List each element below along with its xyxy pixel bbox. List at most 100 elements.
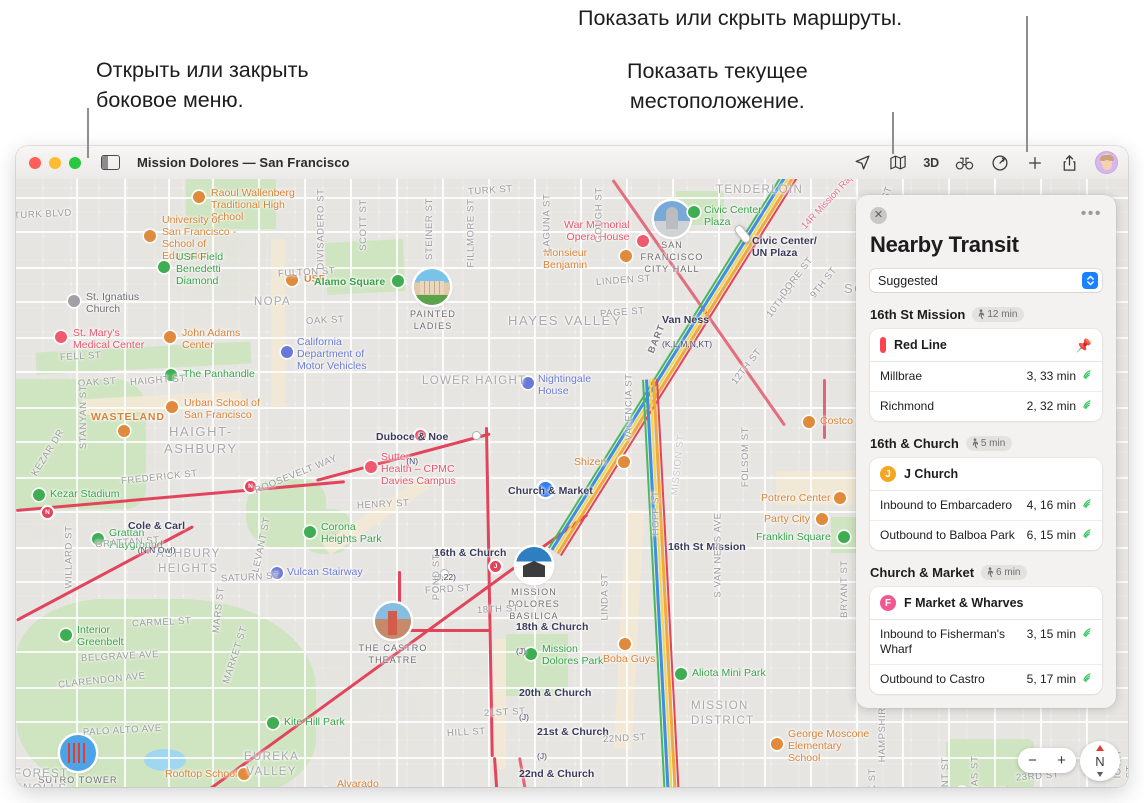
map-poi-icon-civic-center-plaza[interactable] xyxy=(688,206,700,218)
route-badge-red-line xyxy=(880,337,886,353)
map-stop-marker-n1[interactable]: N xyxy=(40,505,55,520)
map-poi-icon-kezar[interactable] xyxy=(33,489,45,501)
map-poi-label-kezar: Kezar Stadium xyxy=(50,488,120,500)
routes-callout-text: Показать или скрыть маршруты. xyxy=(578,6,903,30)
map-photo-pin-mission-dolores[interactable] xyxy=(516,547,552,583)
map-stop-marker-small-1[interactable] xyxy=(472,431,481,440)
map-poi-icon-war-memorial[interactable] xyxy=(637,235,649,247)
map-transit-18th-church-sub: (J) xyxy=(516,646,527,656)
location-arrow-icon[interactable] xyxy=(853,153,872,172)
routes-icon[interactable] xyxy=(990,153,1009,172)
map-street-folsom-st: FOLSOM ST xyxy=(740,426,752,488)
map-poi-icon-franklin-square[interactable] xyxy=(838,531,850,543)
pin-icon[interactable]: 📌 xyxy=(1076,339,1092,352)
departure-row[interactable]: Millbrae 3, 33 min xyxy=(870,362,1102,392)
map-poi-icon-corona-heights[interactable] xyxy=(304,526,316,538)
route-name: Red Line xyxy=(894,338,947,352)
map-street-valencia-st: VALENCIA ST xyxy=(623,373,635,441)
live-signal-icon xyxy=(1082,369,1092,384)
route-header: J J Church xyxy=(870,458,1102,491)
map-poi-icon-monsieur-benjamin[interactable] xyxy=(620,250,632,262)
map-poi-icon-shizen[interactable] xyxy=(618,456,630,468)
map-street-hoff-st: HOFF ST xyxy=(650,490,662,536)
map-poi-icon-st-ignatius[interactable] xyxy=(68,295,80,307)
routes-callout-leader xyxy=(1026,16,1028,152)
walk-time-badge: 5 min xyxy=(965,436,1013,451)
minimize-window-button[interactable] xyxy=(49,156,61,169)
share-icon[interactable] xyxy=(1060,153,1079,172)
more-options-icon[interactable]: ••• xyxy=(1081,206,1102,222)
map-poi-label-vulcan-stairway: Vulcan Stairway xyxy=(287,566,363,578)
departure-row[interactable]: Inbound to Embarcadero 4, 16 min xyxy=(870,491,1102,521)
map-poi-icon-usf-field[interactable] xyxy=(158,261,170,273)
map-transit-21st-church: 21st & Church (J) xyxy=(537,714,609,762)
walk-time-text: 12 min xyxy=(987,309,1018,320)
sidebar-callout-text: Открыть или закрыть боковое меню. xyxy=(96,58,309,112)
zoom-in-button[interactable]: + xyxy=(1057,752,1066,769)
departure-time: 4, 16 min xyxy=(1026,498,1076,512)
map-poi-icon-party-city[interactable] xyxy=(816,513,828,525)
map-poi-icon-dmv[interactable] xyxy=(281,346,293,358)
map-poi-icon-raoul-wallenberg[interactable] xyxy=(193,191,205,203)
map-street-york-st: YORK ST xyxy=(867,768,879,787)
map-canvas[interactable]: PAINTED LADIES SAN FRANCISCO CITY HALL M… xyxy=(16,179,1128,787)
departure-row[interactable]: Outbound to Castro 5, 17 min xyxy=(870,665,1102,694)
map-photo-pin-castro-theatre[interactable] xyxy=(375,603,411,639)
panel-title: Nearby Transit xyxy=(870,232,1019,257)
binoculars-icon[interactable] xyxy=(955,153,974,172)
route-card-j-church[interactable]: J J Church Inbound to Embarcadero 4, 16 … xyxy=(870,458,1102,550)
route-card-f-market[interactable]: F F Market & Wharves Inbound to Fisherma… xyxy=(870,587,1102,694)
map-poi-icon-urban-school[interactable] xyxy=(166,401,178,413)
compass-control[interactable]: N xyxy=(1080,741,1120,781)
walk-time-text: 5 min xyxy=(980,438,1006,449)
map-poi-icon-boba-guys[interactable] xyxy=(619,638,631,650)
map-street-linda-st: LINDA ST xyxy=(599,573,611,621)
map-poi-icon-aliota-mini-park[interactable] xyxy=(675,668,687,680)
map-poi-icon-wasteland[interactable] xyxy=(118,425,130,437)
map-photo-pin-painted-ladies[interactable] xyxy=(414,269,450,305)
map-street-willard-st: WILLARD ST xyxy=(63,525,75,589)
account-avatar[interactable] xyxy=(1095,151,1118,174)
departure-row[interactable]: Inbound to Fisherman's Wharf 3, 15 min xyxy=(870,620,1102,665)
add-icon[interactable] xyxy=(1025,153,1044,172)
suggested-filter-select[interactable]: Suggested xyxy=(870,269,1102,292)
zoom-controls[interactable]: − + xyxy=(1018,748,1076,773)
map-transit-cole-carl-name: Cole & Carl xyxy=(128,520,186,532)
compass-north-needle xyxy=(1096,744,1104,751)
departure-row[interactable]: Richmond 2, 32 min xyxy=(870,392,1102,421)
zoom-out-button[interactable]: − xyxy=(1028,752,1037,769)
departure-destination: Inbound to Embarcadero xyxy=(880,498,1013,512)
close-window-button[interactable] xyxy=(29,156,41,169)
map-poi-icon-kite-hill[interactable] xyxy=(267,717,279,729)
map-street-oak-st-a: OAK ST xyxy=(305,314,345,327)
map-poi-icon-usf-education[interactable] xyxy=(144,230,156,242)
map-poi-icon-george-moscone[interactable] xyxy=(771,738,783,750)
close-icon[interactable]: ✕ xyxy=(870,207,887,224)
zoom-window-button[interactable] xyxy=(69,156,81,169)
map-icon[interactable] xyxy=(888,153,907,172)
map-photo-pin-sutro-tower[interactable] xyxy=(60,735,96,771)
3d-icon[interactable]: 3D xyxy=(923,156,939,170)
map-transit-duboce-noe: Duboce & Noe (N) xyxy=(376,419,448,467)
walk-time-text: 6 min xyxy=(996,567,1021,578)
map-poi-icon-john-adams[interactable] xyxy=(164,331,176,343)
departure-time: 2, 32 min xyxy=(1026,399,1076,413)
map-poi-icon-costco[interactable] xyxy=(803,416,815,428)
map-poi-icon-interior-greenbelt[interactable] xyxy=(60,629,72,641)
live-signal-icon xyxy=(1082,528,1092,543)
route-card-red-line[interactable]: Red Line 📌 Millbrae 3, 33 min Richmond 2… xyxy=(870,329,1102,421)
live-signal-icon xyxy=(1082,672,1092,687)
walking-icon xyxy=(987,567,994,578)
map-poi-icon-potrero-center[interactable] xyxy=(834,492,846,504)
departure-destination: Inbound to Fisherman's Wharf xyxy=(880,627,1006,656)
map-poi-icon-st-marys[interactable] xyxy=(55,331,67,343)
map-transit-22nd-church: 22nd & Church (J) xyxy=(519,756,594,787)
map-poi-label-john-adams: John Adams Center xyxy=(182,327,241,351)
map-poi-icon-alamo-square[interactable] xyxy=(392,275,404,287)
map-street-hill-st: HILL ST xyxy=(446,725,486,740)
map-transit-16th-church: 16th & Church (J,22) xyxy=(434,535,506,583)
map-poi-label-st-ignatius: St. Ignatius Church xyxy=(86,291,140,315)
sidebar-icon[interactable] xyxy=(101,155,120,170)
departure-row[interactable]: Outbound to Balboa Park 6, 15 min xyxy=(870,521,1102,550)
map-photo-pin-city-hall[interactable] xyxy=(654,201,690,237)
